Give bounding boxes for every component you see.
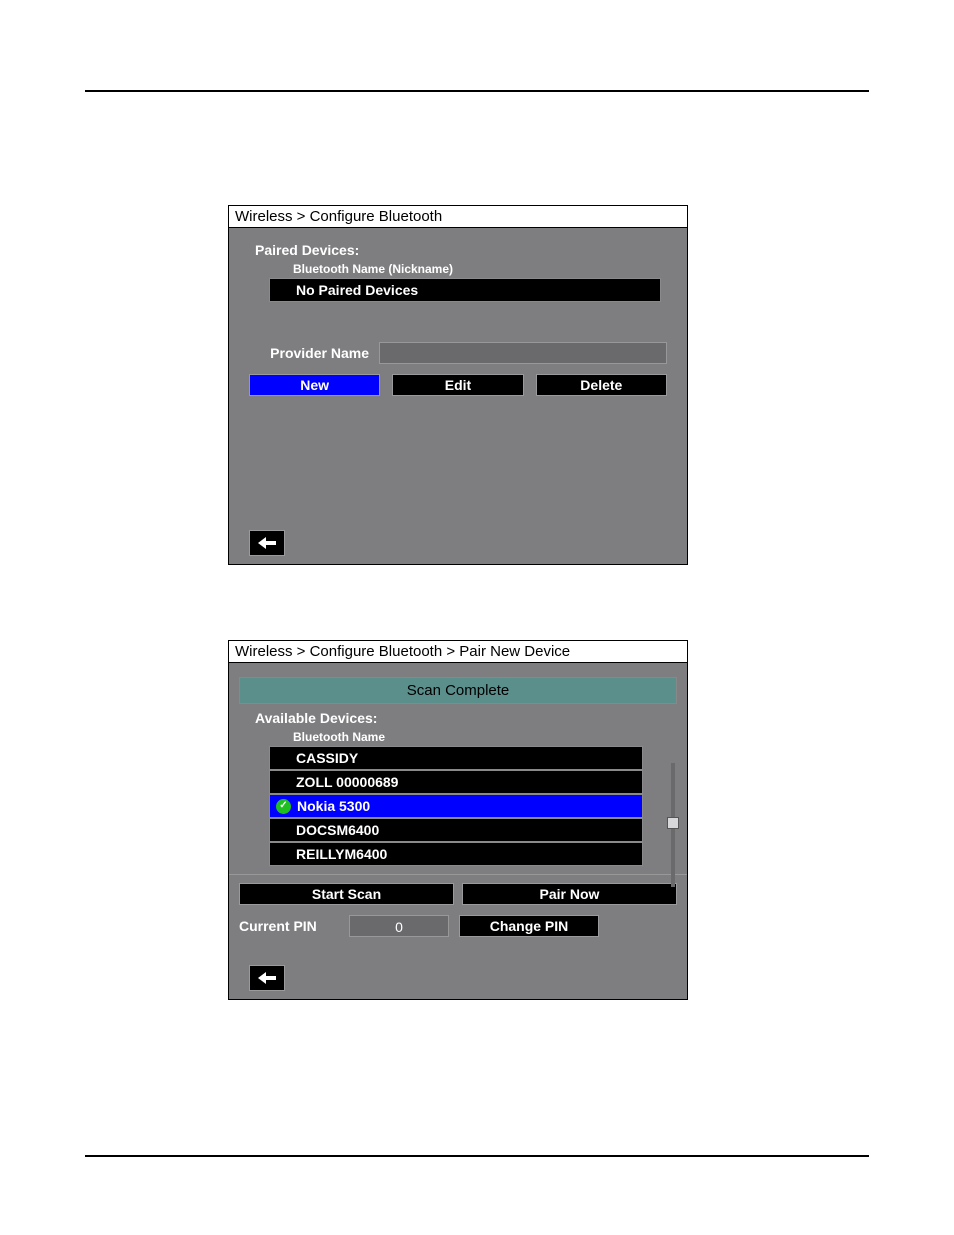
back-arrow-icon <box>258 972 276 984</box>
back-button[interactable] <box>249 965 285 991</box>
list-item[interactable]: No Paired Devices <box>269 278 661 302</box>
list-item-label: REILLYM6400 <box>296 846 387 862</box>
page-rule-bottom <box>85 1155 869 1157</box>
paired-devices-list: No Paired Devices <box>269 278 661 302</box>
back-arrow-icon <box>258 537 276 549</box>
pair-now-button[interactable]: Pair Now <box>462 883 677 905</box>
list-item-label: Nokia 5300 <box>297 798 370 814</box>
page-rule-top <box>85 90 869 92</box>
configure-bluetooth-panel: Wireless > Configure Bluetooth Paired De… <box>228 205 688 565</box>
available-devices-column-header: Bluetooth Name <box>229 730 687 746</box>
list-item-label: CASSIDY <box>296 750 358 766</box>
new-button[interactable]: New <box>249 374 380 396</box>
start-scan-button[interactable]: Start Scan <box>239 883 454 905</box>
change-pin-button[interactable]: Change PIN <box>459 915 599 937</box>
paired-devices-label: Paired Devices: <box>229 228 687 262</box>
list-item-label: ZOLL 00000689 <box>296 774 398 790</box>
list-item[interactable]: ZOLL 00000689 <box>269 770 643 794</box>
list-item-label: No Paired Devices <box>296 282 418 298</box>
list-item-label: DOCSM6400 <box>296 822 379 838</box>
list-item[interactable]: ✓ Nokia 5300 <box>269 794 643 818</box>
available-devices-label: Available Devices: <box>229 704 687 730</box>
current-pin-label: Current PIN <box>239 918 339 934</box>
scan-status-banner: Scan Complete <box>239 677 677 704</box>
breadcrumb: Wireless > Configure Bluetooth <box>229 206 687 228</box>
list-item[interactable]: DOCSM6400 <box>269 818 643 842</box>
provider-name-row: Provider Name <box>229 342 687 364</box>
paired-devices-column-header: Bluetooth Name (Nickname) <box>229 262 687 278</box>
edit-button[interactable]: Edit <box>392 374 523 396</box>
separator <box>229 874 687 875</box>
checkmark-icon: ✓ <box>276 799 291 814</box>
back-button[interactable] <box>249 530 285 556</box>
current-pin-value: 0 <box>349 915 449 937</box>
pair-new-device-panel: Wireless > Configure Bluetooth > Pair Ne… <box>228 640 688 1000</box>
available-devices-list: CASSIDY ZOLL 00000689 ✓ Nokia 5300 DOCSM… <box>269 746 643 866</box>
breadcrumb: Wireless > Configure Bluetooth > Pair Ne… <box>229 641 687 663</box>
provider-name-label: Provider Name <box>249 345 369 361</box>
provider-name-field[interactable] <box>379 342 667 364</box>
list-item[interactable]: CASSIDY <box>269 746 643 770</box>
list-item[interactable]: REILLYM6400 <box>269 842 643 866</box>
scrollbar-thumb[interactable] <box>667 817 679 829</box>
delete-button[interactable]: Delete <box>536 374 667 396</box>
